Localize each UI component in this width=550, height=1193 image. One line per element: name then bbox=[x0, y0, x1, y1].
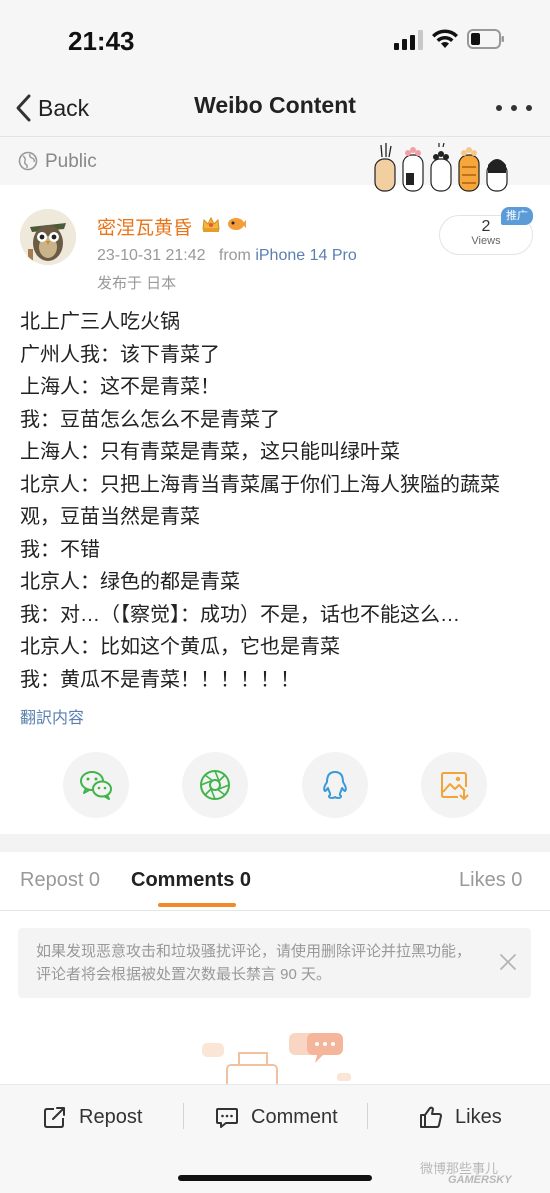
post-line: 我：黄瓜不是青菜！！！！！！ bbox=[20, 668, 300, 691]
close-icon[interactable] bbox=[499, 953, 517, 971]
active-tab-indicator bbox=[158, 903, 236, 907]
comment-icon bbox=[216, 1108, 238, 1128]
crown-badge-icon bbox=[202, 216, 220, 232]
share-moments-button[interactable] bbox=[182, 752, 248, 818]
post-line: 广州人我：该下青菜了 bbox=[20, 343, 220, 366]
cat-paws-decoration-icon bbox=[374, 143, 508, 192]
thumbs-up-icon bbox=[420, 1106, 442, 1128]
wifi-icon bbox=[432, 29, 458, 48]
comment-notice: 如果发现恶意攻击和垃圾骚扰评论，请使用删除评论并拉黑功能，评论者将会根据被处置次… bbox=[18, 928, 531, 998]
post-content: 北上广三人吃火锅 广州人我：该下青菜了 上海人：这不是青菜！ 我：豆苗怎么怎么不… bbox=[20, 306, 540, 696]
post-location: 发布于 日本 bbox=[97, 275, 177, 292]
user-badges bbox=[200, 213, 247, 235]
post-timestamp: 23-10-31 21:42 bbox=[97, 247, 206, 264]
tabs-divider bbox=[0, 910, 550, 911]
post-line: 北京人：只把上海青当青菜属于你们上海人狭隘的蔬菜 bbox=[20, 473, 500, 496]
post-line: 上海人：只有青菜是青菜，这只能叫绿叶菜 bbox=[20, 441, 400, 463]
bottom-separator bbox=[367, 1103, 368, 1129]
post-line: 北京人：比如这个黄瓜，它也是青菜 bbox=[20, 636, 340, 658]
repost-label: Repost bbox=[79, 1105, 143, 1128]
comment-label: Comment bbox=[251, 1105, 338, 1128]
cellular-signal-icon bbox=[394, 30, 423, 50]
post-line: 上海人：这不是青菜！ bbox=[20, 376, 220, 398]
section-divider bbox=[0, 834, 550, 852]
post-source[interactable]: iPhone 14 Pro bbox=[255, 247, 356, 264]
repost-button[interactable]: Repost bbox=[43, 1103, 142, 1131]
save-image-button[interactable] bbox=[421, 752, 487, 818]
save-image-icon bbox=[441, 772, 469, 801]
post-line: 我：不错 bbox=[20, 538, 100, 561]
more-options-icon[interactable] bbox=[496, 94, 532, 122]
tab-repost[interactable]: Repost 0 bbox=[20, 869, 100, 892]
owl-avatar-icon bbox=[20, 209, 76, 265]
wechat-icon bbox=[80, 771, 112, 800]
tab-likes[interactable]: Likes 0 bbox=[459, 869, 522, 892]
share-wechat-button[interactable] bbox=[63, 752, 129, 818]
status-time: 21:43 bbox=[68, 26, 135, 56]
post-line: 我：豆苗怎么怎么不是青菜了 bbox=[20, 408, 280, 431]
home-indicator[interactable] bbox=[178, 1175, 372, 1181]
like-button[interactable]: Likes bbox=[419, 1103, 502, 1131]
visibility-label: Public bbox=[45, 151, 97, 172]
username[interactable]: 密涅瓦黄昏 bbox=[97, 213, 192, 240]
comment-button[interactable]: Comment bbox=[215, 1103, 338, 1131]
bottom-separator bbox=[183, 1103, 184, 1129]
qq-icon bbox=[323, 771, 347, 799]
post-line: 北京人：绿色的都是青菜 bbox=[20, 571, 240, 593]
share-qq-button[interactable] bbox=[302, 752, 368, 818]
battery-icon bbox=[467, 29, 504, 49]
watermark-brand: GAMERSKY bbox=[448, 1174, 512, 1186]
notice-text: 如果发现恶意攻击和垃圾骚扰评论，请使用删除评论并拉黑功能，评论者将会根据被处置次… bbox=[36, 943, 472, 983]
tab-comments[interactable]: Comments 0 bbox=[131, 869, 251, 892]
moments-icon bbox=[200, 770, 230, 800]
page-title: Weibo Content bbox=[194, 92, 356, 118]
post-line: 我：对…（【察觉】：成功）不是，话也不能这么… bbox=[20, 603, 460, 626]
fish-badge-icon bbox=[228, 218, 246, 230]
views-label: Views bbox=[471, 235, 501, 247]
post-line: 观，豆苗当然是青菜 bbox=[20, 506, 200, 528]
status-bar: 21:43 bbox=[0, 0, 550, 80]
nav-bar: Back Weibo Content bbox=[0, 80, 550, 137]
globe-icon bbox=[18, 151, 38, 171]
likes-label: Likes bbox=[455, 1105, 502, 1128]
promote-badge[interactable]: 推广 bbox=[501, 207, 533, 225]
avatar[interactable] bbox=[20, 209, 76, 265]
repost-icon bbox=[44, 1107, 65, 1128]
post-line: 北上广三人吃火锅 bbox=[20, 311, 180, 333]
translate-link[interactable]: 翻訳内容 bbox=[20, 704, 84, 728]
post-meta: 23-10-31 21:42 from iPhone 14 Pro bbox=[97, 247, 357, 265]
source-prefix: from bbox=[218, 247, 251, 264]
